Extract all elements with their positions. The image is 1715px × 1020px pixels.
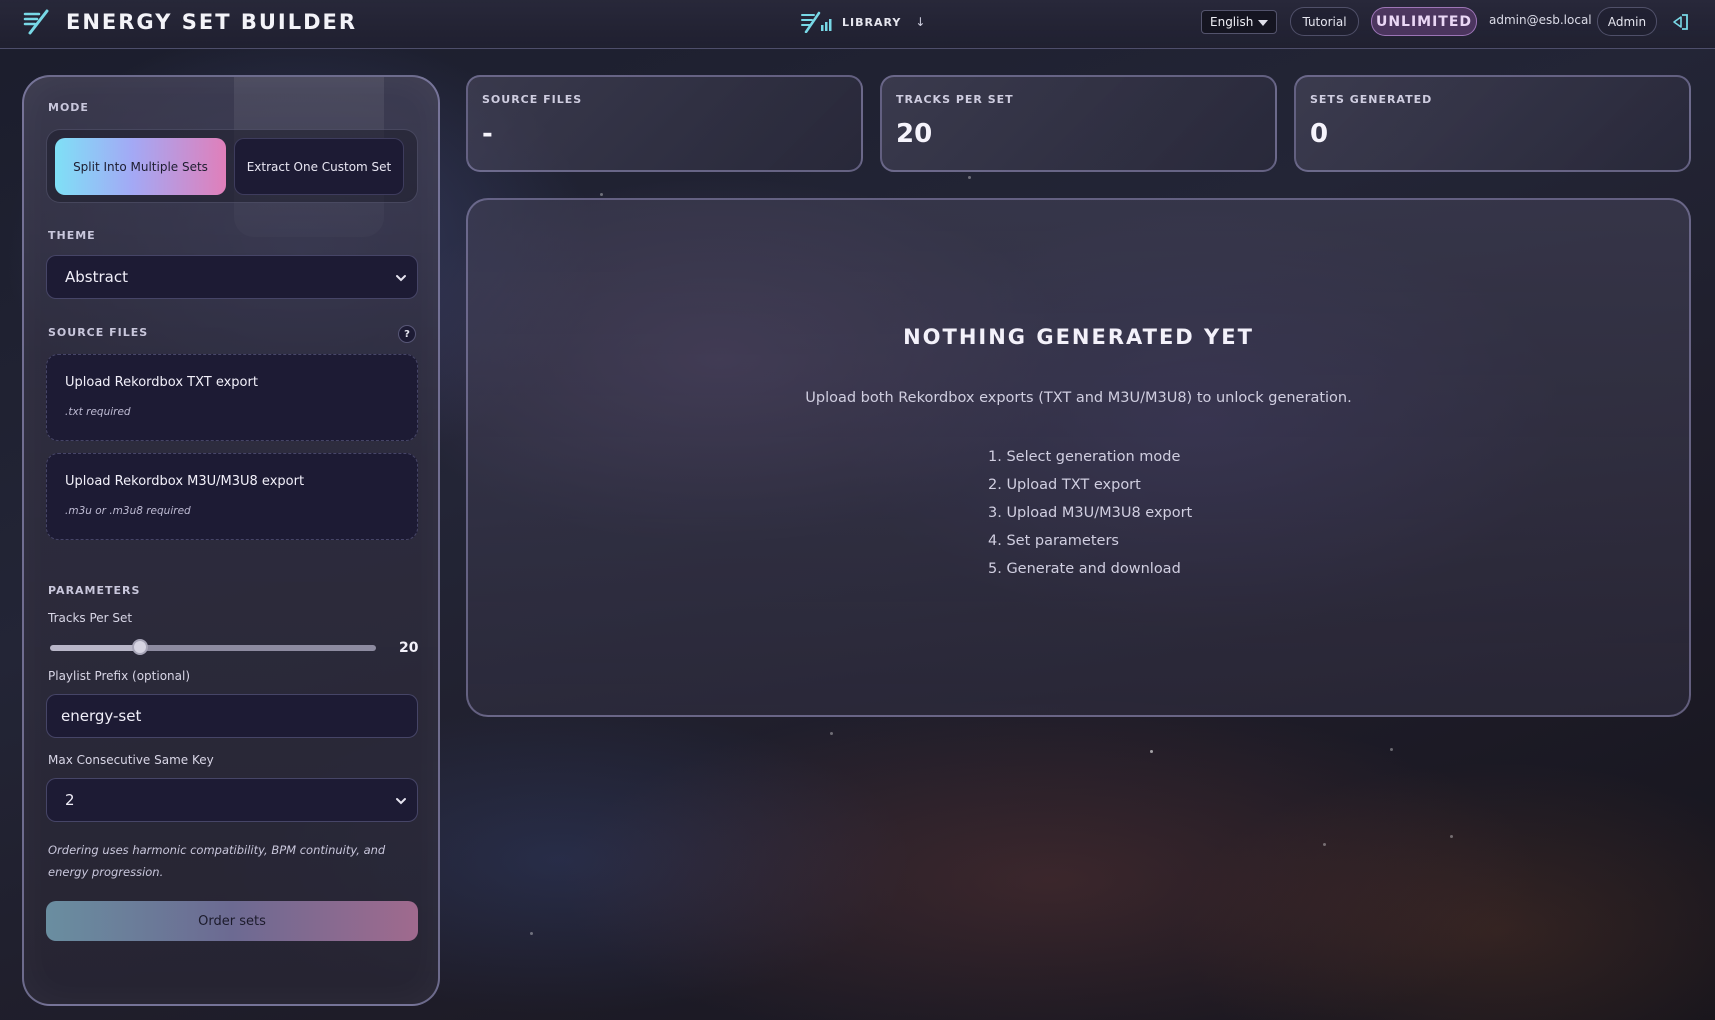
m3u-upload-hint: .m3u or .m3u8 required bbox=[65, 505, 191, 517]
txt-upload-hint: .txt required bbox=[65, 406, 131, 418]
step-item: 5. Generate and download bbox=[988, 561, 1181, 577]
caret-down-icon bbox=[1258, 20, 1268, 26]
admin-button[interactable]: Admin bbox=[1597, 7, 1657, 36]
stat-label: TRACKS PER SET bbox=[896, 93, 1014, 106]
brand-logo-icon bbox=[23, 9, 49, 35]
language-select[interactable]: English bbox=[1201, 10, 1277, 34]
stat-card-tracks-per-set: TRACKS PER SET 20 bbox=[880, 75, 1277, 172]
user-email: admin@esb.local bbox=[1489, 13, 1592, 27]
tracks-per-set-label: Tracks Per Set bbox=[48, 611, 133, 625]
sparkle bbox=[530, 932, 533, 935]
stat-value: - bbox=[482, 119, 493, 149]
sparkle bbox=[830, 732, 833, 735]
library-link[interactable]: LIBRARY ↓ bbox=[800, 11, 925, 33]
chevron-down-icon bbox=[396, 798, 406, 805]
logout-icon[interactable] bbox=[1670, 12, 1690, 32]
app-title: ENERGY SET BUILDER bbox=[66, 10, 358, 34]
playlist-prefix-input[interactable] bbox=[46, 694, 418, 738]
max-same-key-select[interactable]: 2 bbox=[46, 778, 418, 822]
txt-upload-title: Upload Rekordbox TXT export bbox=[65, 375, 258, 390]
plan-badge: UNLIMITED bbox=[1371, 7, 1477, 36]
library-logo-icon bbox=[801, 11, 832, 33]
m3u-upload-title: Upload Rekordbox M3U/M3U8 export bbox=[65, 474, 305, 489]
txt-upload-dropzone[interactable]: Upload Rekordbox TXT export .txt require… bbox=[46, 354, 418, 441]
empty-state-title: NOTHING GENERATED YET bbox=[903, 325, 1254, 349]
top-bar: ENERGY SET BUILDER LIBRARY ↓ English Tut… bbox=[0, 0, 1715, 49]
stat-label: SOURCE FILES bbox=[482, 93, 583, 106]
theme-label: THEME bbox=[48, 229, 96, 242]
source-files-label: SOURCE FILES bbox=[48, 326, 149, 339]
order-sets-button[interactable]: Order sets bbox=[46, 901, 418, 941]
sparkle bbox=[1323, 843, 1326, 846]
step-item: 3. Upload M3U/M3U8 export bbox=[988, 505, 1193, 521]
max-same-key-label: Max Consecutive Same Key bbox=[48, 753, 214, 767]
m3u-upload-dropzone[interactable]: Upload Rekordbox M3U/M3U8 export .m3u or… bbox=[46, 453, 418, 540]
tracks-per-set-value: 20 bbox=[399, 640, 419, 656]
sparkle bbox=[1390, 748, 1393, 751]
language-value: English bbox=[1210, 15, 1254, 29]
sparkle bbox=[600, 193, 603, 196]
library-label: LIBRARY bbox=[842, 15, 902, 29]
extract-mode-button[interactable]: Extract One Custom Set bbox=[234, 138, 404, 195]
results-panel: NOTHING GENERATED YET Upload both Rekord… bbox=[466, 198, 1691, 717]
max-same-key-value: 2 bbox=[65, 791, 75, 809]
steps-list: 1. Select generation mode 2. Upload TXT … bbox=[988, 443, 1192, 583]
mode-toggle: Split Into Multiple Sets Extract One Cus… bbox=[46, 129, 418, 203]
help-icon[interactable]: ? bbox=[398, 325, 416, 343]
stat-value: 0 bbox=[1310, 119, 1329, 149]
download-arrow-icon: ↓ bbox=[915, 15, 926, 29]
stat-card-sets-generated: SETS GENERATED 0 bbox=[1294, 75, 1691, 172]
empty-state-subtitle: Upload both Rekordbox exports (TXT and M… bbox=[805, 390, 1352, 406]
control-sidebar: MODE Split Into Multiple Sets Extract On… bbox=[22, 75, 440, 1006]
split-mode-button[interactable]: Split Into Multiple Sets bbox=[55, 138, 226, 195]
theme-select[interactable]: Abstract bbox=[46, 255, 418, 299]
sparkle bbox=[1150, 750, 1153, 753]
parameters-label: PARAMETERS bbox=[48, 584, 141, 597]
stat-label: SETS GENERATED bbox=[1310, 93, 1433, 106]
sparkle bbox=[968, 176, 971, 179]
stat-value: 20 bbox=[896, 119, 933, 149]
brand[interactable]: ENERGY SET BUILDER bbox=[22, 8, 357, 36]
ordering-note: Ordering uses harmonic compatibility, BP… bbox=[48, 843, 386, 879]
tutorial-button[interactable]: Tutorial bbox=[1290, 7, 1359, 36]
stat-card-source-files: SOURCE FILES - bbox=[466, 75, 863, 172]
mode-label: MODE bbox=[48, 101, 89, 114]
playlist-prefix-label: Playlist Prefix (optional) bbox=[48, 669, 191, 683]
step-item: 4. Set parameters bbox=[988, 533, 1119, 549]
theme-value: Abstract bbox=[65, 268, 128, 286]
sparkle bbox=[1450, 835, 1453, 838]
step-item: 2. Upload TXT export bbox=[988, 477, 1141, 493]
slider-thumb[interactable] bbox=[132, 639, 148, 655]
step-item: 1. Select generation mode bbox=[988, 449, 1181, 465]
tracks-per-set-slider[interactable] bbox=[50, 645, 376, 651]
chevron-down-icon bbox=[396, 275, 406, 282]
